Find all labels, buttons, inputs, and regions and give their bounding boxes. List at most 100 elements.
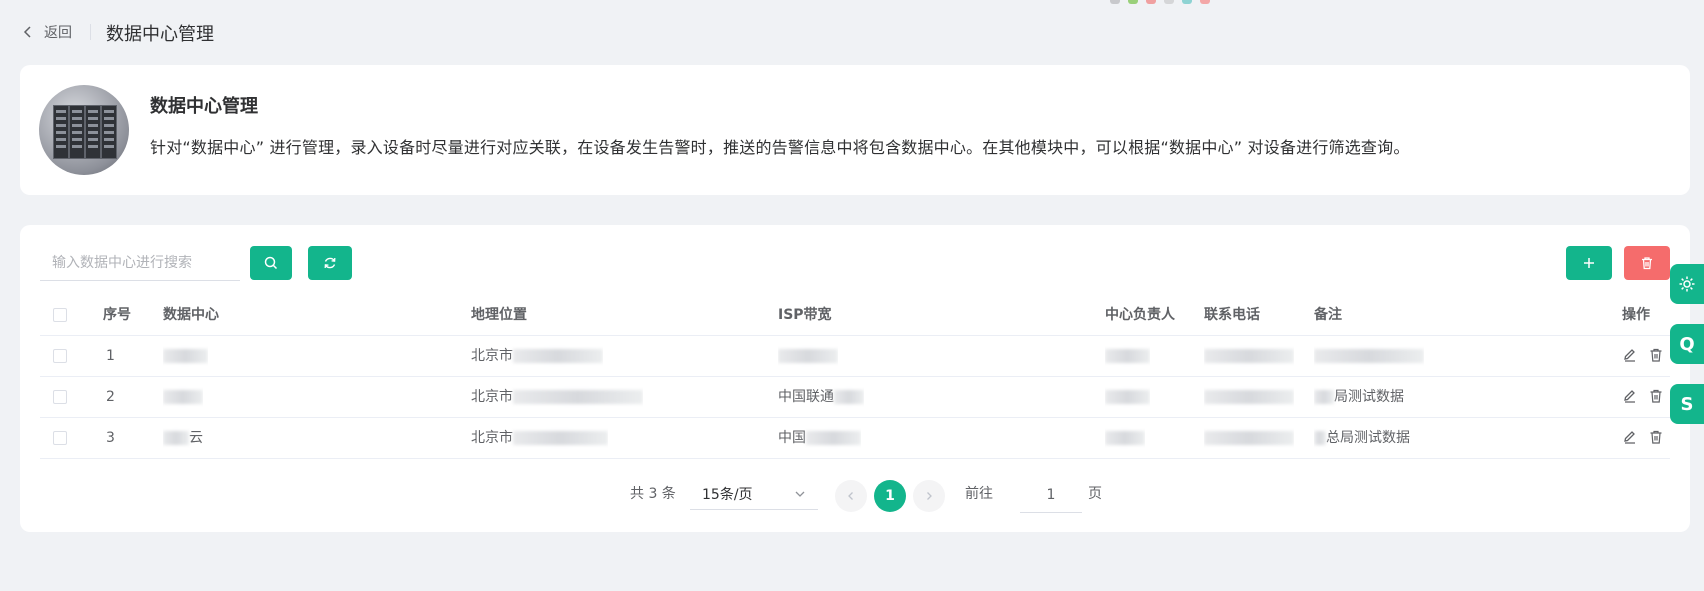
intro-title: 数据中心管理 <box>150 96 258 117</box>
row-index: 1 <box>106 348 115 364</box>
chevron-down-icon <box>795 491 805 497</box>
delete-icon[interactable] <box>1648 347 1664 363</box>
row-isp <box>778 336 838 376</box>
table-header: 序号 数据中心 地理位置 ISP带宽 中心负责人 联系电话 备注 操作 <box>40 295 1670 336</box>
row-checkbox[interactable] <box>53 349 67 363</box>
row-isp-text: 中国联通 <box>778 389 834 405</box>
search-button[interactable] <box>250 246 292 280</box>
page-number-current[interactable]: 1 <box>874 480 906 512</box>
gear-icon <box>1679 276 1695 292</box>
add-button[interactable] <box>1566 246 1612 280</box>
table-row: 1 北京市 <box>40 336 1670 377</box>
top-bar: 返回 数据中心管理 <box>0 0 1704 64</box>
row-checkbox[interactable] <box>53 390 67 404</box>
redacted-text <box>513 390 643 404</box>
redacted-text <box>1105 431 1145 445</box>
col-actions: 操作 <box>1622 307 1650 323</box>
back-button[interactable]: 返回 <box>22 22 72 42</box>
edit-icon[interactable] <box>1622 347 1638 363</box>
col-remark: 备注 <box>1314 307 1342 323</box>
table-row: 3 云 北京市 中国 总局测试数据 <box>40 418 1670 459</box>
redacted-text <box>1314 349 1424 363</box>
row-owner <box>1105 336 1150 376</box>
row-phone <box>1204 336 1294 376</box>
table-row: 2 北京市 中国联通 局测试数据 <box>40 377 1670 418</box>
row-phone <box>1204 377 1294 417</box>
row-location: 北京市 <box>471 377 643 417</box>
col-name: 数据中心 <box>163 307 219 323</box>
row-phone <box>1204 418 1294 458</box>
redacted-text <box>163 431 189 445</box>
redacted-text <box>778 349 838 363</box>
col-index: 序号 <box>103 307 131 323</box>
search-input[interactable] <box>40 245 240 281</box>
next-page-button[interactable] <box>913 480 945 512</box>
row-location-text: 北京市 <box>471 348 513 364</box>
redacted-text <box>1204 431 1294 445</box>
trash-icon <box>1642 257 1652 270</box>
redacted-text <box>834 390 864 404</box>
row-checkbox[interactable] <box>53 431 67 445</box>
top-edge-decor <box>1110 0 1210 4</box>
prev-page-button[interactable] <box>835 480 867 512</box>
total-count: 共 3 条 <box>630 486 676 502</box>
search-icon <box>264 256 278 270</box>
row-name <box>163 377 203 417</box>
row-isp: 中国联通 <box>778 377 864 417</box>
delete-icon[interactable] <box>1648 429 1664 445</box>
row-location: 北京市 <box>471 336 603 376</box>
redacted-text <box>1105 349 1150 363</box>
redacted-text <box>1314 431 1326 445</box>
redacted-text <box>163 390 203 404</box>
s-tool-button[interactable]: S <box>1670 384 1704 424</box>
redacted-text <box>806 431 861 445</box>
row-owner <box>1105 418 1145 458</box>
row-remark-text: 局测试数据 <box>1334 389 1404 405</box>
goto-page-input[interactable] <box>1020 478 1082 513</box>
row-remark <box>1314 336 1424 376</box>
page-size-value: 15条/页 <box>702 486 753 503</box>
page-size-select[interactable]: 15条/页 <box>690 478 818 510</box>
row-name <box>163 336 208 376</box>
redacted-text <box>1204 349 1294 363</box>
row-name: 云 <box>163 418 203 458</box>
row-isp-text: 中国 <box>778 430 806 446</box>
row-location-text: 北京市 <box>471 389 513 405</box>
header-divider <box>90 24 91 40</box>
delete-icon[interactable] <box>1648 388 1664 404</box>
chevron-left-icon <box>848 492 853 500</box>
row-index: 2 <box>106 389 115 405</box>
edit-icon[interactable] <box>1622 429 1638 445</box>
row-location-text: 北京市 <box>471 430 513 446</box>
col-location: 地理位置 <box>471 307 527 323</box>
row-owner <box>1105 377 1150 417</box>
row-remark-text: 总局测试数据 <box>1326 430 1410 446</box>
row-isp: 中国 <box>778 418 861 458</box>
goto-prefix: 前往 <box>965 486 993 502</box>
row-location: 北京市 <box>471 418 608 458</box>
bulk-delete-button[interactable] <box>1624 246 1670 280</box>
select-all-checkbox[interactable] <box>53 308 67 322</box>
goto-suffix: 页 <box>1088 486 1102 502</box>
page-title: 数据中心管理 <box>106 24 214 45</box>
settings-tool-button[interactable] <box>1670 264 1704 304</box>
back-label: 返回 <box>44 25 72 41</box>
refresh-button[interactable] <box>308 246 352 280</box>
chevron-left-icon <box>23 26 31 38</box>
redacted-text <box>1314 390 1334 404</box>
intro-card: 数据中心管理 针对“数据中心” 进行管理，录入设备时尽量进行对应关联，在设备发生… <box>20 65 1690 195</box>
row-index: 3 <box>106 430 115 446</box>
redacted-text <box>1204 390 1294 404</box>
col-isp: ISP带宽 <box>778 307 832 323</box>
row-remark: 局测试数据 <box>1314 377 1404 417</box>
intro-description: 针对“数据中心” 进行管理，录入设备时尽量进行对应关联，在设备发生告警时，推送的… <box>150 138 1410 157</box>
col-phone: 联系电话 <box>1204 307 1260 323</box>
plus-icon <box>1584 258 1594 268</box>
q-tool-button[interactable]: Q <box>1670 324 1704 364</box>
redacted-text <box>513 349 603 363</box>
edit-icon[interactable] <box>1622 388 1638 404</box>
refresh-icon <box>324 257 336 269</box>
row-name-text: 云 <box>189 430 203 446</box>
table-card: 序号 数据中心 地理位置 ISP带宽 中心负责人 联系电话 备注 操作 1 北京… <box>20 225 1690 532</box>
row-remark: 总局测试数据 <box>1314 418 1410 458</box>
